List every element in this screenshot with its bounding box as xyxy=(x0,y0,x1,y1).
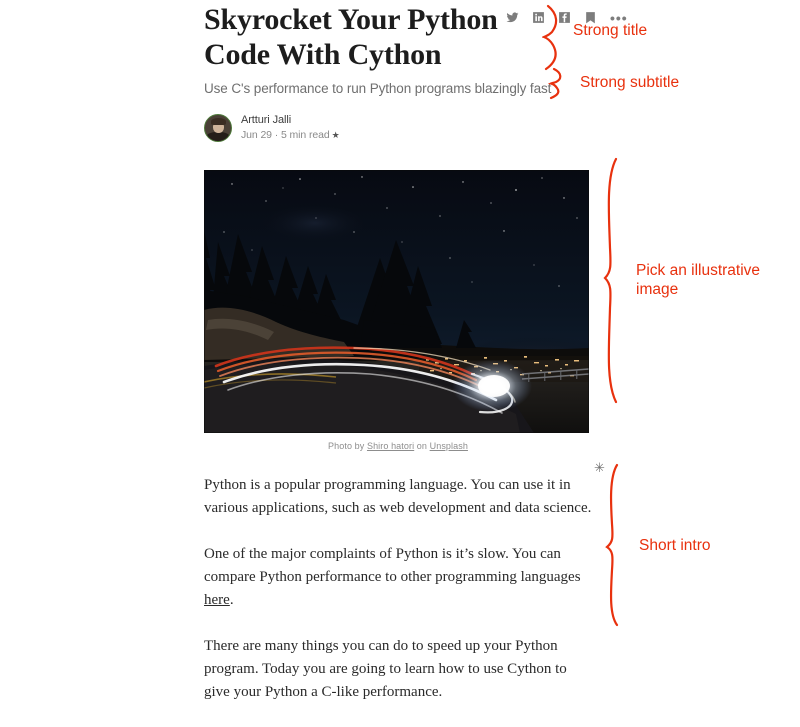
avatar[interactable] xyxy=(204,114,232,142)
avatar-hair xyxy=(210,118,226,125)
more-options-icon[interactable]: ••• xyxy=(610,11,628,25)
paragraph-1: Python is a popular programming language… xyxy=(204,474,592,520)
avatar-body xyxy=(207,132,229,141)
hero-image-artwork xyxy=(204,170,589,433)
linkedin-icon[interactable] xyxy=(532,11,545,24)
hero-caption: Photo by Shiro hatori on Unsplash xyxy=(204,433,592,451)
publish-date-readtime: Jun 29 · 5 min read xyxy=(241,129,330,142)
article-body: Python is a popular programming language… xyxy=(204,451,592,704)
paragraph-1-text: Python is a popular programming language… xyxy=(204,477,592,516)
paragraph-2: One of the major complaints of Python is… xyxy=(204,543,592,612)
facebook-icon[interactable] xyxy=(558,11,571,24)
bookmark-icon[interactable] xyxy=(584,11,597,24)
paragraph-2-text: One of the major complaints of Python is… xyxy=(204,546,581,585)
member-star-icon: ★ xyxy=(331,130,340,141)
annotation-label-subtitle: Strong subtitle xyxy=(580,74,680,91)
annotation-label-intro: Short intro xyxy=(639,537,711,554)
author-name[interactable]: Artturi Jalli xyxy=(241,115,340,126)
hero-figure: Photo by Shiro hatori on Unsplash xyxy=(204,145,592,451)
social-share-bar: ••• xyxy=(506,11,628,25)
brace-image xyxy=(603,157,618,404)
twitter-icon[interactable] xyxy=(506,11,519,24)
caption-prefix: Photo by xyxy=(328,441,367,451)
asterisk-marker: ✳ xyxy=(594,460,605,475)
hero-image xyxy=(204,170,589,433)
paragraph-3: There are many things you can do to spee… xyxy=(204,635,592,704)
brace-intro xyxy=(605,463,619,627)
inline-link-here[interactable]: here xyxy=(204,592,230,608)
caption-mid: on xyxy=(414,441,430,451)
caption-source-link[interactable]: Unsplash xyxy=(430,441,468,451)
article-container: Skyrocket Your Python Code With Cython U… xyxy=(204,0,627,727)
byline-meta: Jun 29 · 5 min read ★ xyxy=(241,130,340,141)
paragraph-3-text: There are many things you can do to spee… xyxy=(204,638,567,700)
paragraph-2-tail: . xyxy=(229,592,234,608)
byline-text: Artturi Jalli Jun 29 · 5 min read ★ xyxy=(241,115,340,141)
byline: Artturi Jalli Jun 29 · 5 min read ★ ••• xyxy=(204,11,627,145)
article-subtitle: Use C's performance to run Python progra… xyxy=(204,81,552,96)
annotation-label-image: Pick an illustrative image xyxy=(636,262,761,298)
caption-photographer-link[interactable]: Shiro hatori xyxy=(367,441,414,451)
